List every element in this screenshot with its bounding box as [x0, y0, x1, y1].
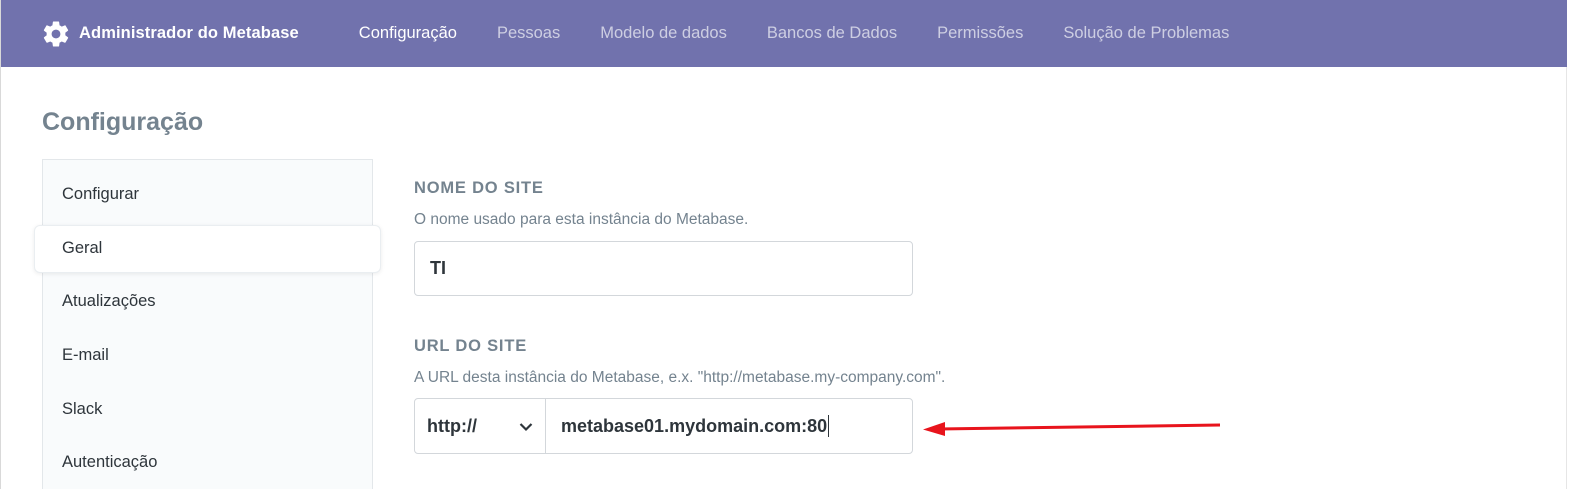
sidebar-item-atualizacoes[interactable]: Atualizações — [62, 292, 156, 311]
site-url-description: A URL desta instância do Metabase, e.x. … — [414, 369, 946, 386]
site-name-description: O nome usado para esta instância do Meta… — [414, 211, 749, 228]
chevron-down-icon — [519, 416, 533, 437]
nav-modelo-de-dados[interactable]: Modelo de dados — [600, 24, 727, 43]
protocol-value: http:// — [427, 415, 477, 436]
admin-nav-links: Configuração Pessoas Modelo de dados Ban… — [359, 24, 1270, 43]
nav-bancos-de-dados[interactable]: Bancos de Dados — [767, 24, 897, 43]
site-name-value: TI — [430, 258, 446, 278]
text-cursor — [828, 415, 830, 437]
site-url-field: http:// metabase01.mydomain.com:80 — [414, 398, 913, 454]
brand-title: Administrador do Metabase — [79, 24, 299, 42]
red-arrow-annotation — [923, 422, 1221, 436]
sidebar-item-geral-label: Geral — [62, 239, 103, 257]
settings-sidebar: Configurar Geral Atualizações E-mail Sla… — [34, 159, 381, 489]
admin-top-nav: Administrador do Metabase Configuração P… — [1, 0, 1567, 67]
site-name-input[interactable]: TI — [414, 241, 913, 296]
page-title: Configuração — [42, 108, 204, 136]
sidebar-item-email[interactable]: E-mail — [62, 346, 109, 365]
site-name-heading: NOME DO SITE — [414, 179, 544, 197]
metabase-admin-page: Administrador do Metabase Configuração P… — [0, 0, 1572, 489]
nav-solucao-de-problemas[interactable]: Solução de Problemas — [1063, 24, 1229, 43]
brand[interactable]: Administrador do Metabase — [41, 19, 299, 49]
site-url-input[interactable]: metabase01.mydomain.com:80 — [546, 399, 912, 453]
nav-pessoas[interactable]: Pessoas — [497, 24, 560, 43]
protocol-select[interactable]: http:// — [415, 399, 546, 453]
site-url-heading: URL DO SITE — [414, 337, 528, 355]
sidebar-item-geral[interactable]: Geral — [34, 225, 381, 273]
window-edge — [1566, 67, 1572, 489]
site-url-value: metabase01.mydomain.com:80 — [561, 415, 828, 436]
nav-configuracao[interactable]: Configuração — [359, 24, 457, 43]
gear-icon — [41, 19, 71, 49]
sidebar-item-autenticacao[interactable]: Autenticação — [62, 453, 157, 472]
sidebar-item-configurar[interactable]: Configurar — [62, 185, 139, 204]
nav-permissoes[interactable]: Permissões — [937, 24, 1023, 43]
sidebar-item-slack[interactable]: Slack — [62, 400, 102, 419]
